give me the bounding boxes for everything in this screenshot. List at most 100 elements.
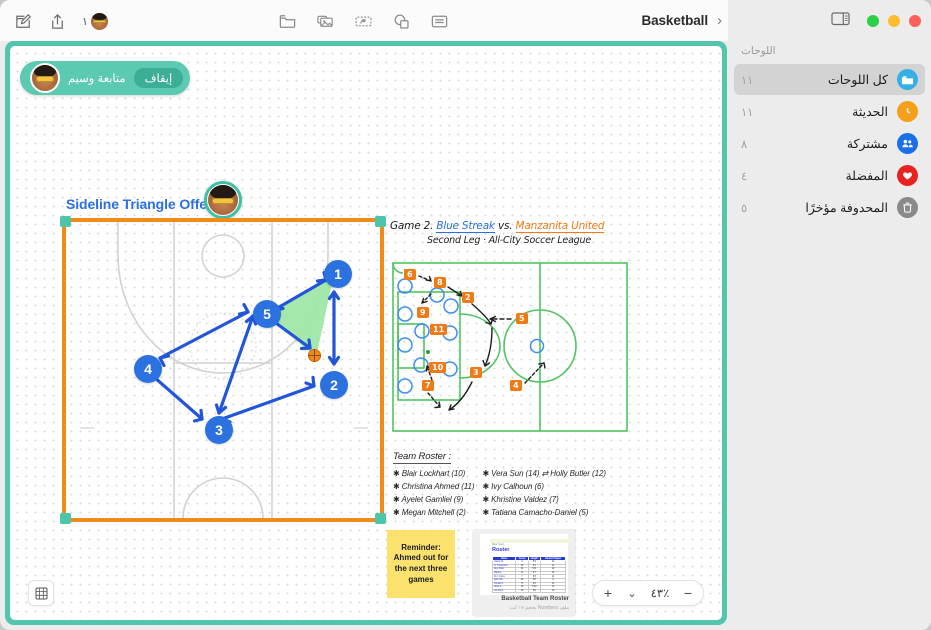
folder-icon[interactable] [272,8,302,34]
follow-label: متابعة وسيم [68,73,126,85]
board-title-group[interactable]: Basketball › [560,0,728,41]
list-item: ✱ Megan Mitchell (2) [393,508,466,517]
trash-icon [897,197,918,218]
field-tag[interactable]: 3 [470,367,482,378]
spreadsheet-thumbnail[interactable]: Blue Team Roster Name Jersey Height Games P… [473,530,575,616]
shapes-icon[interactable] [386,8,416,34]
keynote-board-window: ١ Basketball › اللوحات كل اللوحات ١١ الح… [0,0,931,630]
canvas-grid-icon[interactable] [28,580,54,606]
page-title: Basketball [641,13,708,28]
sidebar-item-count: ٤ [741,170,748,183]
stop-following-button[interactable]: إيقاف [133,68,184,88]
field-tag[interactable]: 10 [429,362,447,373]
resize-handle-top-right[interactable] [375,216,386,227]
media-icon[interactable] [310,8,340,34]
sidebar-item-label: كل اللوحات [827,73,888,87]
window-close-button[interactable] [909,14,921,27]
share-icon[interactable] [42,8,72,34]
sidebar: اللوحات كل اللوحات ١١ الحديثة ١١ مشتركة … [728,41,931,630]
heart-icon [897,165,918,186]
zoom-menu-button[interactable]: ⌄ [621,582,643,604]
field-tag[interactable]: 6 [404,269,416,280]
list-item: ✱ Tatiana Camacho-Daniel (5) [482,508,589,517]
list-item: ✱ Vera Sun (14) ⇄ Holly Butler (12) [482,469,606,478]
roster-column-right: ✱ Vera Sun (14) ⇄ Holly Butler (12) ✱ Iv… [482,469,606,517]
resize-handle-top-left[interactable] [60,216,71,227]
window-controls [831,0,921,41]
window-titlebar: ١ Basketball › [0,0,931,41]
vs-label: vs. [497,220,513,232]
sidebar-item-label: المحدوفة مؤخرًا [805,201,888,215]
avatar [30,63,60,93]
table-row: Liu Chen 15 5’6 10 [491,588,567,594]
thumbnail-table: Name Jersey Height Games Played Casey M. 3 5’… [491,556,567,594]
collaborator-count: ١ [82,15,88,28]
folders-icon [897,69,918,90]
table-cell: 10 [539,588,567,594]
field-tag[interactable]: 7 [422,380,434,391]
sidebar-header: اللوحات [741,45,776,57]
team-roster-block[interactable]: Team Roster : ✱ Blair Lockhart (10) ✱ Ch… [393,446,633,517]
resize-handle-bottom-right[interactable] [375,513,386,524]
team-a-name: Blue Streak [436,220,495,233]
sidebar-item-count: ١١ [741,74,754,87]
thumbnail-caption: Basketball Team Roster [501,596,569,602]
field-tag[interactable]: 11 [430,324,448,335]
zoom-out-button[interactable]: − [677,582,699,604]
canvas-follow-border: متابعة وسيم إيقاف Sideline Triangle Offe… [5,41,727,625]
field-tag[interactable]: 9 [417,307,429,318]
sidebar-item-label: مشتركة [846,137,888,151]
sidebar-item-favorites[interactable]: المفضلة ٤ [734,160,925,191]
toolbar-center-group [272,8,454,34]
window-zoom-button[interactable] [888,14,900,27]
table-cell: 5’6 [527,588,541,594]
sidebar-item-all-boards[interactable]: كل اللوحات ١١ [734,64,925,95]
sidebar-item-label: المفضلة [845,169,888,183]
board-canvas[interactable]: متابعة وسيم إيقاف Sideline Triangle Offe… [10,46,722,620]
sticky-note[interactable]: Reminder: Ahmed out for the next three g… [387,530,455,598]
window-minimize-button[interactable] [867,14,879,27]
table-cell: Liu Chen [491,588,517,594]
list-item: ✱ Blair Lockhart (10) [393,469,466,478]
avatar [208,185,238,215]
roster-column-left: ✱ Blair Lockhart (10) ✱ Christina Ahmed … [393,469,475,517]
field-tag[interactable]: 2 [462,292,474,303]
avatar [90,12,108,30]
soccer-field-diagram[interactable]: 6 8 2 9 11 5 10 3 7 4 [392,262,628,432]
basketball-court-group[interactable]: 1 5 4 2 3 [60,216,386,524]
zoom-in-button[interactable]: + [597,582,619,604]
team-b-name: Manzanita United [515,220,605,233]
sidebar-item-recently-deleted[interactable]: المحدوفة مؤخرًا ٥ [734,192,925,223]
new-board-icon[interactable] [8,8,38,34]
zoom-control: + ⌄ ٪٤٣ − [592,580,704,606]
notes-heading-line1: Game 2. Blue Streak vs. Manzanita United [390,220,628,233]
sticker-icon[interactable] [348,8,378,34]
text-note-icon[interactable] [424,8,454,34]
resize-handle-bottom-left[interactable] [60,513,71,524]
chevron-right-icon[interactable]: › [717,13,722,28]
roster-title: Team Roster : [393,451,452,464]
list-item: ✱ Ivy Calhoun (6) [482,482,544,491]
thumbnail-caption-sub: ملف Numbers بحجم ١٧ كت [509,605,569,611]
sticky-note-text: Reminder: Ahmed out for the next three g… [393,542,449,584]
zoom-level-value: ٪٤٣ [650,588,670,600]
field-tag[interactable]: 8 [434,277,446,288]
sidebar-item-recent[interactable]: الحديثة ١١ [734,96,925,127]
clock-icon [897,101,918,122]
collaborator-indicator[interactable]: ١ [82,12,108,30]
sidebar-item-shared[interactable]: مشتركة ٨ [734,128,925,159]
field-tag[interactable]: 4 [510,380,522,391]
people-icon [897,133,918,154]
sidebar-item-count: ٨ [741,138,748,151]
sidebar-item-label: الحديثة [852,105,888,119]
selection-frame [60,216,386,524]
thumbnail-page: Blue Team Roster Name Jersey Height Games P… [480,534,572,595]
thumbnail-title: Roster [492,547,510,553]
sidebar-item-count: ٥ [741,202,748,215]
heading-prefix: Game 2. [390,220,434,232]
sidebar-toggle-icon[interactable] [831,11,850,31]
table-cell: 15 [515,588,529,594]
list-item: ✱ Christina Ahmed (11) [393,482,475,491]
field-tag[interactable]: 5 [516,313,528,324]
soccer-notes-heading[interactable]: Game 2. Blue Streak vs. Manzanita United… [390,220,628,246]
